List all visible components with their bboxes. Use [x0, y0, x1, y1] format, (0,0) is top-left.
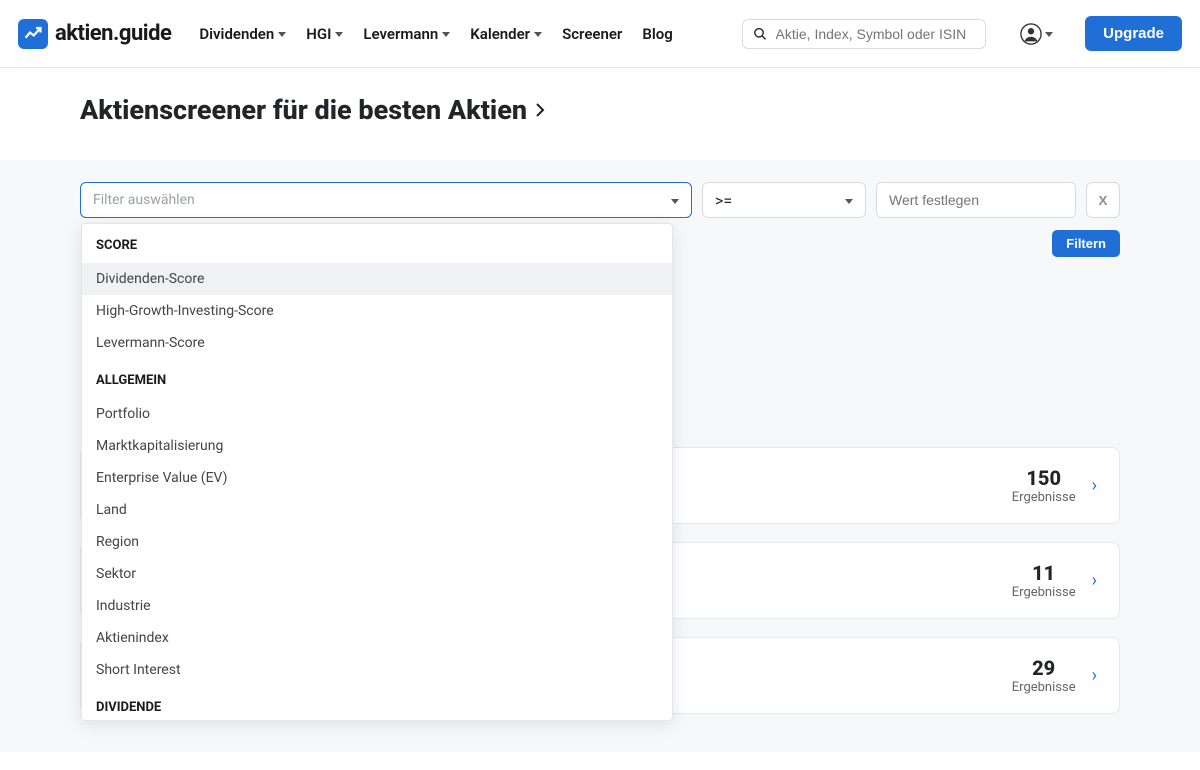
- dropdown-group-header: ALLGEMEIN: [82, 359, 672, 398]
- result-label: Ergebnisse: [1012, 490, 1076, 505]
- chevron-down-icon: [534, 32, 542, 37]
- nav-levermann[interactable]: Levermann: [363, 25, 450, 43]
- dropdown-item[interactable]: Levermann-Score: [82, 327, 672, 359]
- logo-icon: [18, 19, 48, 49]
- operator-select[interactable]: >=: [702, 182, 866, 218]
- dropdown-item[interactable]: Marktkapitalisierung: [82, 430, 672, 462]
- search-input[interactable]: [776, 26, 976, 42]
- chevron-down-icon: [1045, 32, 1053, 37]
- nav-screener[interactable]: Screener: [562, 25, 622, 43]
- search-icon: [753, 26, 767, 42]
- caret-down-icon: [671, 199, 679, 204]
- user-icon: [1020, 23, 1042, 45]
- operator-value: >=: [715, 191, 732, 210]
- result-number: 29: [1012, 656, 1076, 680]
- nav-label: Screener: [562, 25, 622, 43]
- dropdown-item[interactable]: Enterprise Value (EV): [82, 462, 672, 494]
- value-input[interactable]: [876, 182, 1076, 218]
- user-menu[interactable]: [1020, 23, 1053, 45]
- nav-label: Kalender: [470, 25, 530, 43]
- result-label: Ergebnisse: [1012, 680, 1076, 695]
- dropdown-item[interactable]: Region: [82, 526, 672, 558]
- dropdown-item[interactable]: High-Growth-Investing-Score: [82, 295, 672, 327]
- logo[interactable]: aktien.guide: [18, 19, 171, 49]
- result-number: 11: [1012, 561, 1076, 585]
- logo-text: aktien.guide: [55, 21, 171, 46]
- filter-select[interactable]: Filter auswählen SCOREDividenden-ScoreHi…: [80, 182, 692, 218]
- dropdown-group-header: DIVIDENDE: [82, 686, 672, 721]
- card-right: 150Ergebnisse ›: [1012, 466, 1097, 505]
- page-title-text: Aktienscreener für die besten Aktien: [80, 94, 527, 126]
- dropdown-item[interactable]: Short Interest: [82, 654, 672, 686]
- filter-placeholder: Filter auswählen: [93, 192, 195, 208]
- result-count: 11Ergebnisse: [1012, 561, 1076, 600]
- nav-blog[interactable]: Blog: [642, 25, 672, 43]
- dropdown-item[interactable]: Industrie: [82, 590, 672, 622]
- chevron-right-icon: ›: [1092, 475, 1097, 496]
- nav-label: Dividenden: [199, 25, 274, 43]
- chevron-right-icon: ›: [1092, 570, 1097, 591]
- chevron-right-icon: [535, 102, 545, 118]
- card-right: 29Ergebnisse ›: [1012, 656, 1097, 695]
- nav-hgi[interactable]: HGI: [306, 25, 343, 43]
- result-count: 150Ergebnisse: [1012, 466, 1076, 505]
- chevron-down-icon: [335, 32, 343, 37]
- clear-filter-button[interactable]: X: [1086, 182, 1120, 218]
- chevron-down-icon: [278, 32, 286, 37]
- result-number: 150: [1012, 466, 1076, 490]
- filter-zone: Filter auswählen SCOREDividenden-ScoreHi…: [0, 160, 1200, 257]
- chevron-right-icon: ›: [1092, 665, 1097, 686]
- page-title: Aktienscreener für die besten Aktien: [80, 94, 1120, 126]
- chevron-down-icon: [442, 32, 450, 37]
- caret-down-icon: [845, 199, 853, 204]
- nav-kalender[interactable]: Kalender: [470, 25, 542, 43]
- apply-filter-button[interactable]: Filtern: [1052, 230, 1120, 257]
- dropdown-item[interactable]: Land: [82, 494, 672, 526]
- dropdown-item[interactable]: Aktienindex: [82, 622, 672, 654]
- search-box[interactable]: [742, 19, 986, 49]
- nav-label: Levermann: [363, 25, 438, 43]
- card-right: 11Ergebnisse ›: [1012, 561, 1097, 600]
- nav-links: Dividenden HGI Levermann Kalender Screen…: [199, 25, 672, 43]
- filter-row: Filter auswählen SCOREDividenden-ScoreHi…: [80, 182, 1120, 218]
- dropdown-item[interactable]: Sektor: [82, 558, 672, 590]
- dropdown-item[interactable]: Dividenden-Score: [82, 263, 672, 295]
- result-label: Ergebnisse: [1012, 585, 1076, 600]
- dropdown-group-header: SCORE: [82, 224, 672, 263]
- navbar: aktien.guide Dividenden HGI Levermann Ka…: [0, 0, 1200, 68]
- nav-label: HGI: [306, 25, 331, 43]
- nav-dividenden[interactable]: Dividenden: [199, 25, 286, 43]
- filter-dropdown[interactable]: SCOREDividenden-ScoreHigh-Growth-Investi…: [81, 223, 673, 721]
- dropdown-item[interactable]: Portfolio: [82, 398, 672, 430]
- nav-label: Blog: [642, 25, 672, 43]
- result-count: 29Ergebnisse: [1012, 656, 1076, 695]
- upgrade-button[interactable]: Upgrade: [1085, 16, 1182, 51]
- page-header: Aktienscreener für die besten Aktien: [0, 68, 1200, 160]
